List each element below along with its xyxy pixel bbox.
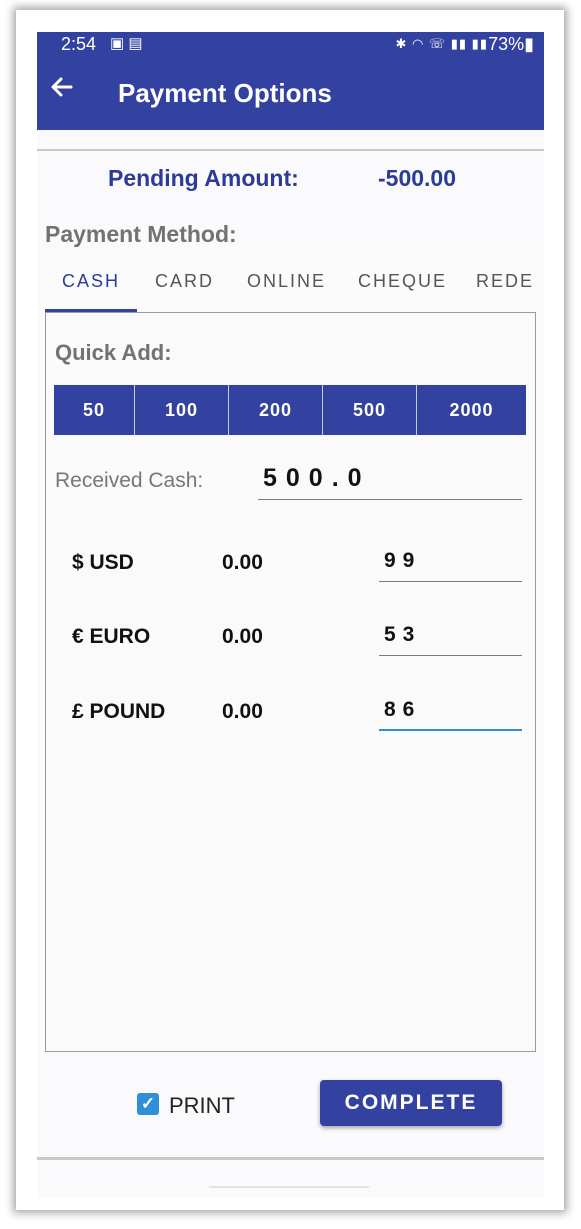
quick-add-label: Quick Add: [55, 340, 172, 365]
tab-redeem[interactable]: REDEEM [476, 271, 535, 292]
currency-pound-input[interactable]: 86 [384, 698, 421, 722]
quick-add-100-button[interactable]: 100 [135, 385, 229, 435]
pending-amount-value: -500.00 [378, 165, 457, 191]
pending-amount-label: Pending Amount: [108, 165, 299, 191]
app-bar: Payment Options [37, 56, 544, 130]
received-cash-input[interactable]: 500.0 [263, 464, 371, 493]
currency-euro-amount: 0.00 [222, 625, 263, 648]
signal-icon: ✱ ◠ ☏ ▮▮ ▮▮ [395, 36, 488, 51]
divider [37, 1157, 544, 1160]
tab-card[interactable]: CARD [155, 271, 214, 292]
currency-pound-amount: 0.00 [222, 700, 263, 723]
quick-add-200-button[interactable]: 200 [229, 385, 323, 435]
page-title: Payment Options [118, 78, 332, 108]
currency-pound-underline [379, 729, 522, 731]
quick-add-500-button[interactable]: 500 [323, 385, 417, 435]
phone-screen: 2:54 ▣ ▤ ✱ ◠ ☏ ▮▮ ▮▮ 73%▮ Payment Option… [37, 32, 544, 1198]
tab-cash[interactable]: CASH [62, 271, 120, 292]
status-bar: 2:54 ▣ ▤ ✱ ◠ ☏ ▮▮ ▮▮ 73%▮ [37, 32, 544, 56]
currency-pound-label: £ POUND [72, 700, 166, 723]
currency-usd-input[interactable]: 99 [384, 549, 421, 573]
currency-euro-label: € EURO [72, 625, 151, 648]
battery-percent: 73% [488, 34, 525, 54]
battery-icon: ▮ [524, 34, 534, 54]
quick-add-buttons: 50 100 200 500 2000 [54, 385, 526, 435]
payment-method-label: Payment Method: [45, 221, 237, 247]
print-label: PRINT [169, 1093, 235, 1118]
arrow-left-icon[interactable] [49, 74, 75, 106]
tab-cheque[interactable]: CHEQUE [358, 271, 447, 292]
gallery-icon: ▣ ▤ [110, 35, 143, 52]
quick-add-2000-button[interactable]: 2000 [417, 385, 526, 435]
currency-usd-underline [379, 581, 522, 582]
print-checkbox[interactable]: ✓ [137, 1093, 159, 1115]
complete-button[interactable]: COMPLETE [320, 1080, 502, 1126]
divider [37, 149, 544, 151]
battery-indicator: 73%▮ [488, 34, 534, 55]
currency-euro-input[interactable]: 53 [384, 623, 421, 647]
received-cash-underline [258, 499, 522, 500]
currency-usd-label: $ USD [72, 551, 134, 574]
checkmark-icon: ✓ [140, 1094, 156, 1113]
received-cash-label: Received Cash: [55, 469, 204, 492]
cash-panel: Quick Add: 50 100 200 500 2000 Received … [45, 312, 536, 1052]
currency-euro-underline [379, 655, 522, 656]
navigation-handle[interactable] [209, 1186, 369, 1188]
currency-usd-amount: 0.00 [222, 551, 263, 574]
status-time: 2:54 [61, 34, 97, 54]
quick-add-50-button[interactable]: 50 [54, 385, 135, 435]
payment-method-tabs: CASH CARD ONLINE CHEQUE REDEEM [45, 249, 535, 313]
tab-online[interactable]: ONLINE [247, 271, 326, 292]
